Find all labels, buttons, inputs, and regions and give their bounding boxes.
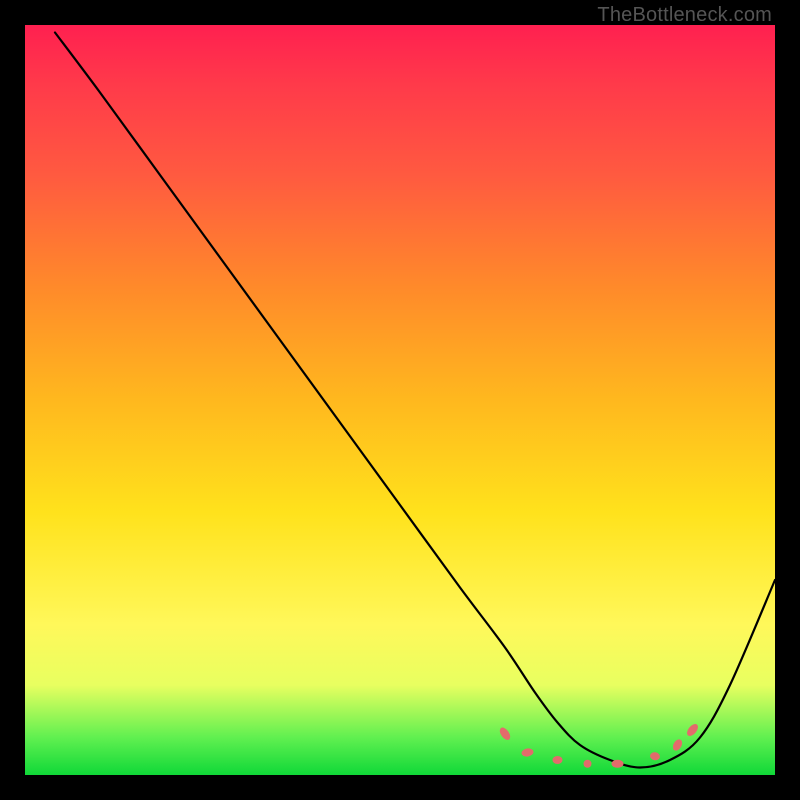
marker-dot [498,726,513,742]
chart-frame [25,25,775,775]
bottleneck-curve [55,33,775,768]
marker-dot [612,760,624,768]
marker-dot [584,760,592,768]
marker-dot [553,756,563,764]
marker-dot [671,738,684,752]
chart-overlay [25,25,775,775]
attribution-text: TheBottleneck.com [597,4,772,27]
marker-dot [521,748,534,758]
marker-dot [649,751,660,761]
marker-dot [685,722,700,738]
